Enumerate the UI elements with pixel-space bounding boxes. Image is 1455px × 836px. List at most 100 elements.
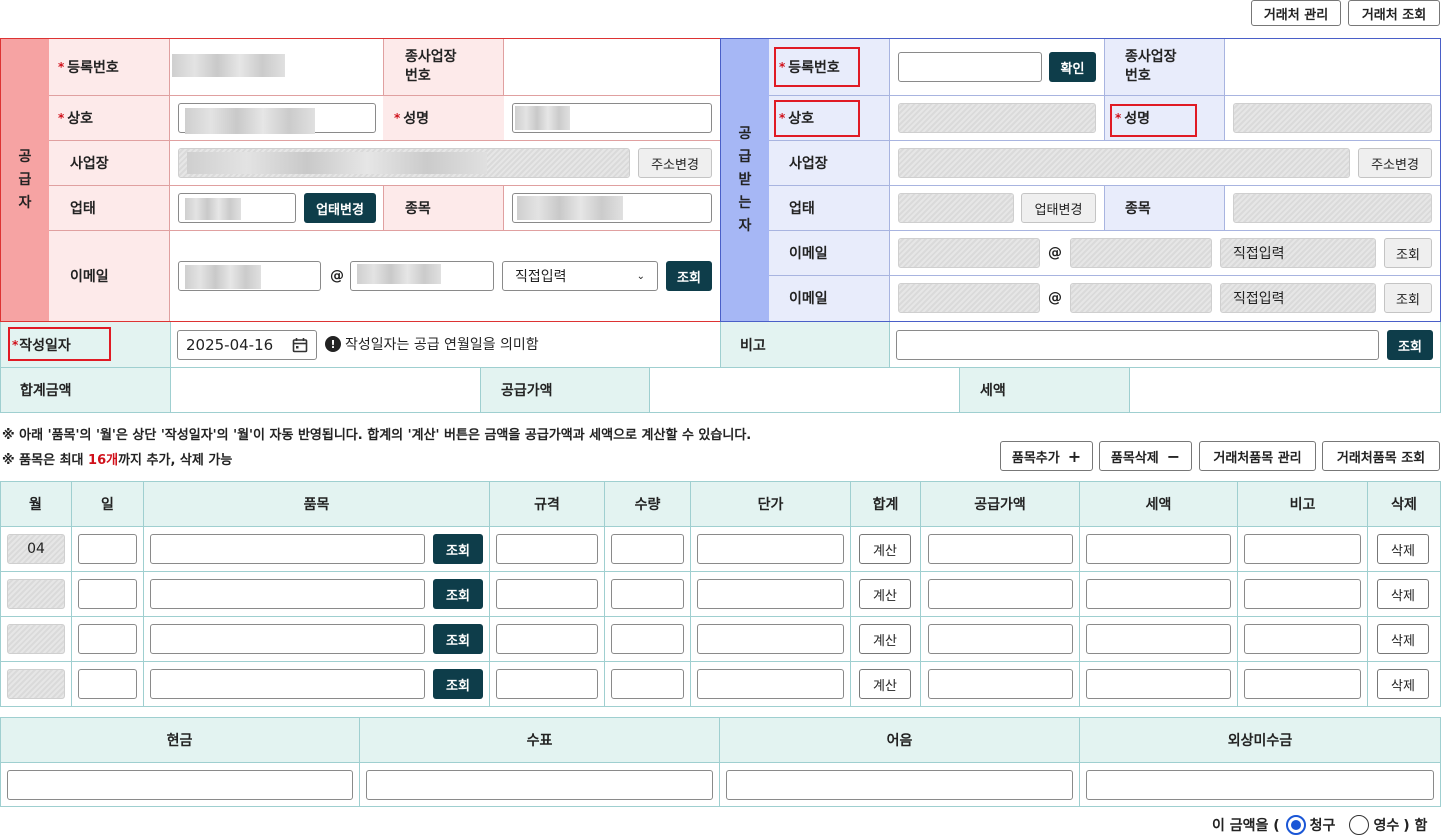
row-delete-button[interactable]: 삭제 (1377, 669, 1429, 699)
receiver-email2-local-input[interactable] (898, 283, 1040, 313)
supplier-email-domain-select[interactable]: 직접입력 ⌄ (502, 261, 658, 291)
row-delete-button[interactable]: 삭제 (1377, 579, 1429, 609)
remark-cell-input[interactable] (1244, 579, 1361, 609)
receiver-biztype-input[interactable] (898, 193, 1014, 223)
item-name-input[interactable] (150, 624, 425, 654)
add-item-button[interactable]: 품목추가 + (1000, 441, 1093, 471)
qty-input[interactable] (611, 534, 684, 564)
receivable-input[interactable] (1086, 770, 1434, 800)
item-name-input[interactable] (150, 534, 425, 564)
receiver-company-input[interactable] (898, 103, 1096, 133)
receiver-email2-domain-input[interactable] (1070, 283, 1212, 313)
day-input[interactable] (78, 624, 137, 654)
receiver-name-input[interactable] (1233, 103, 1432, 133)
qty-input[interactable] (611, 624, 684, 654)
calc-button[interactable]: 계산 (859, 669, 911, 699)
supplier-workplace-label: 종사업장 번호 (405, 49, 457, 84)
supplier-address-change-button[interactable]: 주소변경 (638, 148, 712, 178)
row-delete-button[interactable]: 삭제 (1377, 624, 1429, 654)
unit-price-input[interactable] (697, 624, 844, 654)
spec-input[interactable] (496, 579, 598, 609)
remark-input[interactable] (896, 330, 1379, 360)
date-notice: 작성일자는 공급 연월일을 의미함 (345, 337, 539, 353)
receiver-item-input[interactable] (1233, 193, 1432, 223)
spec-input[interactable] (496, 624, 598, 654)
remark-cell-input[interactable] (1244, 669, 1361, 699)
receiver-regno-input[interactable] (898, 52, 1042, 82)
col-day: 일 (101, 497, 114, 513)
item-lookup-button[interactable]: 조회 (433, 579, 483, 609)
row-delete-button[interactable]: 삭제 (1377, 534, 1429, 564)
supplier-name-input[interactable] (512, 103, 712, 133)
receiver-email-domain-input[interactable] (1070, 238, 1212, 268)
day-input[interactable] (78, 579, 137, 609)
tax-input[interactable] (1086, 669, 1231, 699)
remark-cell-input[interactable] (1244, 534, 1361, 564)
receipt-radio[interactable] (1349, 815, 1370, 835)
partner-item-manage-button[interactable]: 거래처품목 관리 (1199, 441, 1316, 471)
receiver-regno-confirm-button[interactable]: 확인 (1049, 52, 1096, 82)
supplier-address-input[interactable] (178, 148, 630, 178)
unit-price-input[interactable] (697, 579, 844, 609)
receiver-email-local-input[interactable] (898, 238, 1040, 268)
item-lookup-button[interactable]: 조회 (433, 624, 483, 654)
unit-price-input[interactable] (697, 534, 844, 564)
supplier-biztype-change-button[interactable]: 업태변경 (304, 193, 376, 223)
receiver-email-domain-select[interactable]: 직접입력 (1220, 238, 1376, 268)
remark-lookup-button[interactable]: 조회 (1387, 330, 1433, 360)
supplier-item-input[interactable] (512, 193, 712, 223)
cash-input[interactable] (7, 770, 353, 800)
supplier-item-label: 종목 (405, 201, 431, 217)
calendar-icon[interactable] (292, 337, 308, 353)
supplier-company-input[interactable] (178, 103, 376, 134)
receiver-biztype-change-button[interactable]: 업태변경 (1021, 193, 1096, 223)
month-input[interactable] (7, 579, 65, 609)
qty-input[interactable] (611, 579, 684, 609)
day-input[interactable] (78, 669, 137, 699)
check-input[interactable] (366, 770, 713, 800)
receiver-address-change-button[interactable]: 주소변경 (1358, 148, 1432, 178)
promissory-note-input[interactable] (726, 770, 1073, 800)
supply-input[interactable] (928, 534, 1073, 564)
partner-manage-button[interactable]: 거래처 관리 (1251, 0, 1341, 26)
supplier-biztype-input[interactable] (178, 193, 296, 223)
receiver-email2-lookup-button[interactable]: 조회 (1384, 283, 1432, 313)
unit-price-input[interactable] (697, 669, 844, 699)
supply-input[interactable] (928, 669, 1073, 699)
remark-cell-input[interactable] (1244, 624, 1361, 654)
supply-input[interactable] (928, 579, 1073, 609)
claim-radio[interactable] (1285, 815, 1306, 835)
tax-input[interactable] (1086, 534, 1231, 564)
supply-amount-label: 공급가액 (501, 383, 553, 399)
spec-input[interactable] (496, 534, 598, 564)
supplier-email-local-input[interactable] (178, 261, 321, 291)
date-input[interactable]: 2025-04-16 (177, 330, 317, 360)
partner-item-lookup-button[interactable]: 거래처품목 조회 (1322, 441, 1440, 471)
item-lookup-button[interactable]: 조회 (433, 669, 483, 699)
supplier-side-label: 공급자 (18, 148, 32, 211)
receiver-email-lookup-button[interactable]: 조회 (1384, 238, 1432, 268)
calc-button[interactable]: 계산 (859, 534, 911, 564)
supplier-email-domain-input[interactable] (350, 261, 494, 291)
qty-input[interactable] (611, 669, 684, 699)
receiver-email2-at: @ (1048, 290, 1062, 306)
supplier-email-lookup-button[interactable]: 조회 (666, 261, 712, 291)
month-input[interactable]: 04 (7, 534, 65, 564)
month-input[interactable] (7, 669, 65, 699)
receiver-email2-domain-select[interactable]: 직접입력 (1220, 283, 1376, 313)
partner-lookup-button[interactable]: 거래처 조회 (1348, 0, 1440, 26)
calc-button[interactable]: 계산 (859, 579, 911, 609)
tax-input[interactable] (1086, 579, 1231, 609)
tax-input[interactable] (1086, 624, 1231, 654)
spec-input[interactable] (496, 669, 598, 699)
item-name-input[interactable] (150, 579, 425, 609)
item-lookup-button[interactable]: 조회 (433, 534, 483, 564)
month-input[interactable] (7, 624, 65, 654)
delete-item-button[interactable]: 품목삭제 − (1099, 441, 1192, 471)
day-input[interactable] (78, 534, 137, 564)
supply-input[interactable] (928, 624, 1073, 654)
receiver-email2-label: 이메일 (789, 291, 828, 307)
receiver-address-input[interactable] (898, 148, 1350, 178)
item-name-input[interactable] (150, 669, 425, 699)
calc-button[interactable]: 계산 (859, 624, 911, 654)
